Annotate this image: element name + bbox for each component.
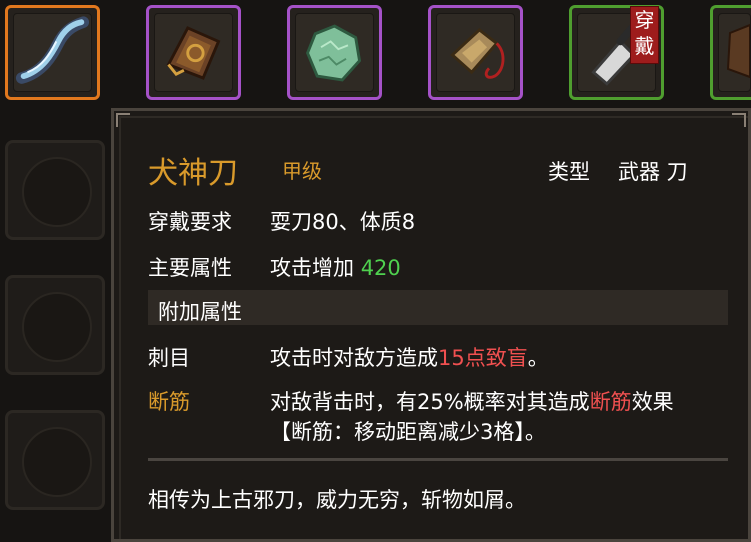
main-attribute-label: 主要属性 [148, 256, 232, 280]
empty-slot-3[interactable] [5, 410, 105, 510]
effect-description-2: 对敌背击时，有25%概率对其造成断筋效果 [270, 386, 674, 416]
effect-text-part: 。 [527, 346, 549, 370]
equipment-slot-amulet[interactable] [428, 5, 523, 100]
main-attribute-name: 攻击增加 [270, 256, 354, 280]
empty-slot-1[interactable] [5, 140, 105, 240]
tooltip-corner-ornament [116, 113, 130, 127]
leather-armor-icon [154, 13, 233, 92]
item-name: 犬神刀 [148, 156, 238, 191]
partial-item-icon [718, 13, 751, 92]
extra-attributes-header: 附加属性 [158, 300, 242, 324]
equipment-slot-curved-blade[interactable] [5, 5, 100, 100]
requirement-value: 耍刀80、体质8 [270, 210, 416, 234]
jade-stone-icon [295, 13, 374, 92]
amulet-icon [436, 13, 515, 92]
empty-slot-ring [22, 292, 92, 362]
requirement-label: 穿戴要求 [148, 210, 232, 234]
empty-slot-2[interactable] [5, 275, 105, 375]
empty-slot-ring [22, 427, 92, 497]
effect-name-2: 断筋 [148, 390, 190, 414]
effect-description-2-line2: 【断筋：移动距离减少3格】。 [270, 420, 546, 444]
equipment-slot-jade-stone[interactable] [287, 5, 382, 100]
equipment-slot-partial[interactable] [710, 5, 751, 100]
main-attribute-value: 420 [360, 256, 401, 280]
equipment-slot-leather-armor[interactable] [146, 5, 241, 100]
main-attribute-text: 攻击增加 420 [270, 252, 401, 282]
equipped-badge-label: 穿戴 [634, 8, 655, 58]
effect-highlight: 15点致盲 [438, 346, 528, 370]
effect-highlight: 断筋 [589, 390, 632, 414]
empty-slot-ring [22, 157, 92, 227]
item-grade: 甲级 [282, 159, 322, 183]
effect-description-1: 攻击时对敌方造成15点致盲。 [270, 342, 549, 372]
curved-blade-icon [13, 13, 92, 92]
effect-text-part: 对敌背击时，有25%概率对其造成 [270, 390, 590, 414]
equipment-slot-cleaver[interactable]: 穿戴 [569, 5, 664, 100]
type-value: 武器 刀 [618, 160, 688, 184]
tooltip-corner-ornament [732, 113, 746, 127]
effect-text-part: 效果 [631, 390, 674, 414]
item-description: 相传为上古邪刀，威力无穷，斩物如屑。 [148, 488, 526, 512]
effect-name-1: 刺目 [148, 346, 190, 370]
effect-text-part: 攻击时对敌方造成 [270, 346, 438, 370]
equipped-badge: 穿戴 [630, 6, 659, 64]
type-label: 类型 [548, 160, 590, 184]
tooltip-divider [148, 458, 728, 461]
